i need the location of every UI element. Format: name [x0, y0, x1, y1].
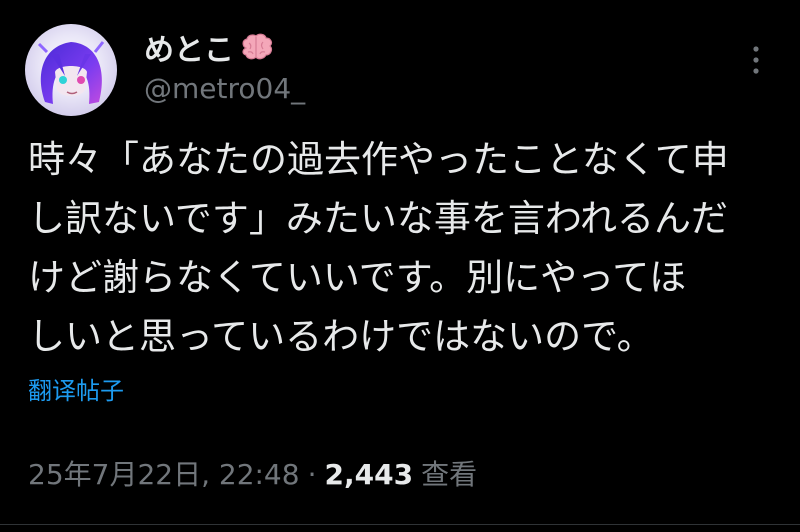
tweet-text: 時々「あなたの過去作やったことなくて申 し訳ないです」みたいな事を言われるんだ …: [28, 130, 776, 366]
tweet-text-line: 時々「あなたの過去作やったことなくて申: [28, 138, 729, 181]
views-count: 2,443: [324, 458, 414, 491]
divider: [0, 524, 800, 525]
meta-separator: ·: [307, 458, 317, 491]
display-name-text: めとこ: [144, 33, 234, 68]
tweet-text-line: しいと思っているわけではないので。: [28, 315, 654, 358]
brain-icon: [240, 32, 274, 62]
translate-post-link[interactable]: 翻译帖子: [28, 371, 124, 406]
vertical-ellipsis-icon: [753, 46, 759, 74]
tweet-text-line: し訳ないです」みたいな事を言われるんだ: [28, 197, 729, 240]
avatar[interactable]: [25, 24, 117, 116]
author-handle[interactable]: @metro04_: [144, 72, 305, 105]
more-options-button[interactable]: [736, 38, 776, 82]
tweet-meta: 25年7月22日, 22:48 · 2,443 查看: [28, 453, 477, 493]
views-label: 查看: [421, 458, 478, 491]
timestamp[interactable]: 25年7月22日, 22:48: [28, 453, 300, 493]
tweet-detail: めとこ @metro04_ 時々「あなたの過去作やったことなくて申 し訳ないです…: [0, 0, 800, 532]
author-display-name[interactable]: めとこ: [144, 25, 274, 69]
tweet-text-line: けど謝らなくていいです。別にやってほ: [28, 256, 687, 299]
